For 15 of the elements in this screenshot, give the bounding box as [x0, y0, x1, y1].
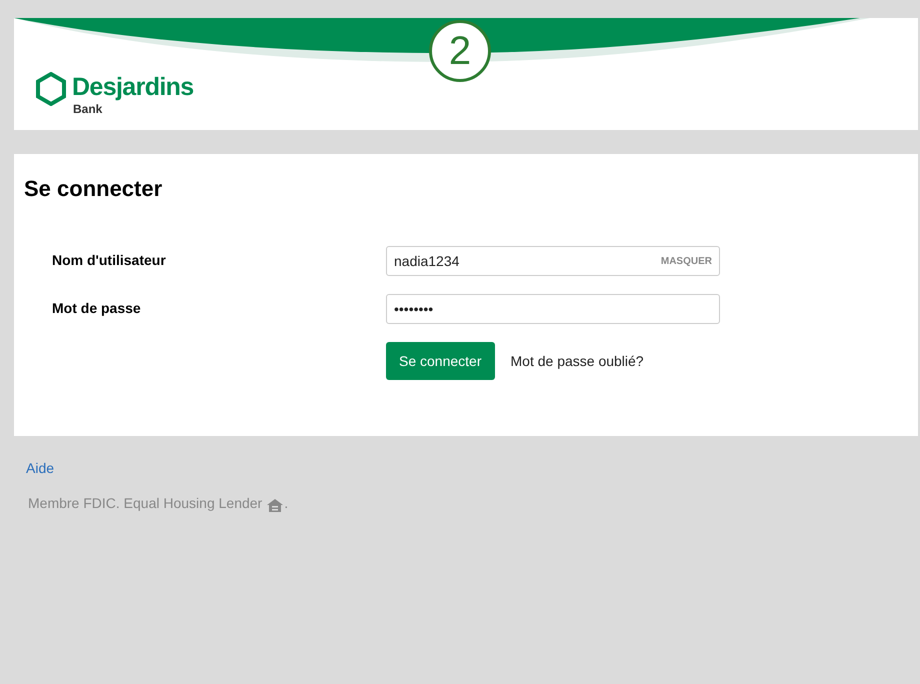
- footer-notice: Membre FDIC. Equal Housing Lender: [28, 494, 262, 513]
- forgot-password-link[interactable]: Mot de passe oublié?: [510, 350, 644, 372]
- logo-name: Desjardins: [72, 72, 194, 102]
- help-link[interactable]: Aide: [26, 458, 918, 479]
- field-label: Mot de passe: [51, 299, 142, 318]
- username-field[interactable]: nadia1234 MASQUER: [386, 246, 720, 276]
- page-title: Se connecter: [24, 175, 162, 203]
- hide-button[interactable]: MASQUER: [660, 254, 712, 268]
- input-field[interactable]: ••••••••: [386, 294, 720, 324]
- logo-subtitle: Bank: [73, 102, 104, 116]
- hexagon-logo-icon: [36, 72, 66, 106]
- house-icon: [266, 498, 284, 513]
- login-button[interactable]: Se connecter: [386, 342, 494, 380]
- field-label: Nom d'utilisateur: [51, 251, 167, 270]
- footer-period: .: [284, 494, 288, 513]
